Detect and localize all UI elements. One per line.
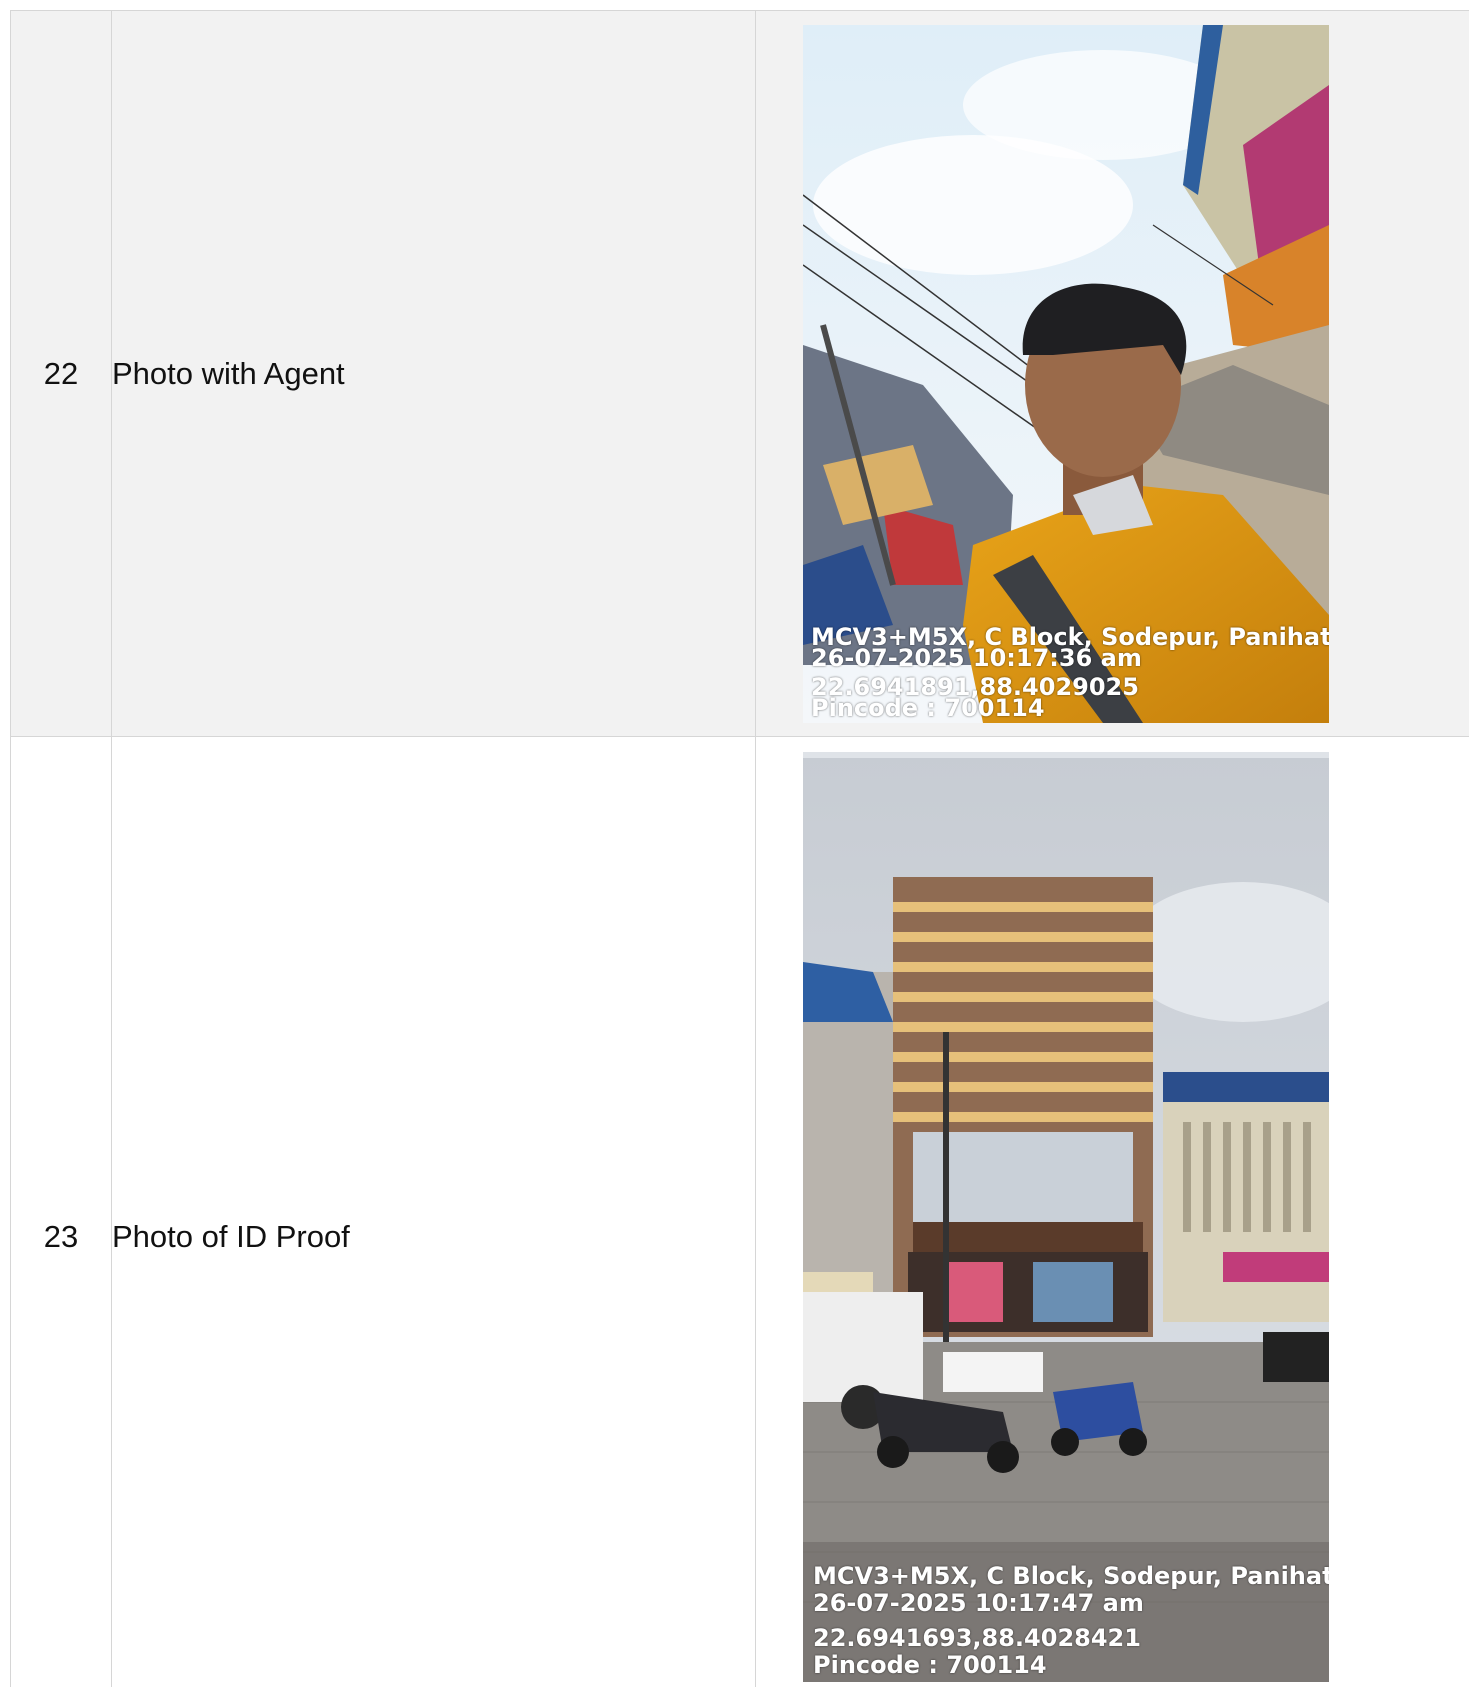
row-label-cell: Photo with Agent — [111, 10, 756, 737]
row-number: 22 — [43, 355, 79, 391]
stamp-pincode: Pincode : 700114 — [813, 1651, 1047, 1679]
id-proof-photo[interactable]: MCV3+M5X, C Block, Sodepur, Panihati, 26… — [803, 752, 1329, 1682]
photo-cell: MCV3+M5X, C Block, Sodepur, Panihati, 26… — [755, 736, 1469, 1687]
row-number-cell: 23 — [10, 736, 112, 1687]
row-label: Photo of ID Proof — [112, 1218, 350, 1254]
id-proof-image — [803, 752, 1329, 1682]
photo-cell: MCV3+M5X, C Block, Sodepur, Panihati, W … — [755, 10, 1469, 737]
stamp-datetime: 26-07-2025 10:17:47 am — [813, 1589, 1144, 1617]
row-number-cell: 22 — [10, 10, 112, 737]
table-row: 22 Photo with Agent MCV3+M5X, C Block, S… — [10, 10, 1469, 737]
row-label-cell: Photo of ID Proof — [111, 736, 756, 1687]
report-page: 22 Photo with Agent MCV3+M5X, C Block, S… — [0, 0, 1469, 1687]
row-label: Photo with Agent — [112, 355, 345, 391]
agent-selfie-photo[interactable]: MCV3+M5X, C Block, Sodepur, Panihati, W … — [803, 24, 1329, 723]
row-number: 23 — [43, 1218, 79, 1254]
photo-table: 22 Photo with Agent MCV3+M5X, C Block, S… — [10, 10, 1469, 1687]
table-row: 23 Photo of ID Proof MCV3+M5X, C Block, … — [10, 736, 1469, 1687]
geo-stamp: MCV3+M5X, C Block, Sodepur, Panihati, W … — [811, 624, 1329, 721]
stamp-address: MCV3+M5X, C Block, Sodepur, Panihati, — [813, 1562, 1329, 1590]
geo-stamp: MCV3+M5X, C Block, Sodepur, Panihati, 26… — [813, 1564, 1329, 1678]
agent-selfie-image — [803, 24, 1329, 723]
stamp-coordinates: 22.6941693,88.4028421 — [813, 1624, 1141, 1652]
